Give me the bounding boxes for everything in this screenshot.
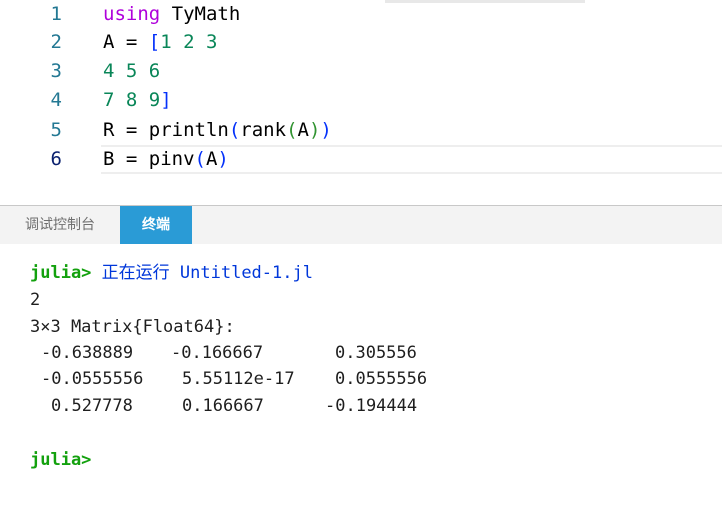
tab-terminal[interactable]: 终端 xyxy=(120,206,192,244)
tab-debug-console[interactable]: 调试控制台 xyxy=(0,206,120,244)
code-line[interactable]: 2 A = [1 2 3 xyxy=(0,28,722,57)
assignment-token: B = pinv xyxy=(103,148,195,170)
line-number: 3 xyxy=(50,60,62,82)
paren-token: ( xyxy=(194,148,206,170)
paren-token: ) xyxy=(308,119,321,141)
matrix-cell: -0.166667 xyxy=(171,343,264,363)
paren-token: ) xyxy=(217,148,229,170)
line-number: 6 xyxy=(50,148,62,170)
code-text: B = pinv(A) xyxy=(103,145,229,174)
line-number: 5 xyxy=(50,119,62,141)
code-line[interactable]: 1 using TyMath xyxy=(0,0,722,29)
function-token: rank xyxy=(240,119,287,141)
terminal-final-prompt-line[interactable]: julia> xyxy=(30,447,91,473)
code-line-current[interactable]: 6 B = pinv(A) xyxy=(0,145,722,174)
line-number: 4 xyxy=(50,89,62,111)
run-message: 正在运行 Untitled-1.jl xyxy=(101,263,313,283)
bracket-token: ] xyxy=(160,89,172,111)
argument-token: A xyxy=(205,148,218,170)
matrix-cell: -0.638889 xyxy=(41,343,134,363)
matrix-type-line: 3×3 Matrix{Float64}: xyxy=(30,317,235,337)
julia-prompt: julia> xyxy=(30,450,92,470)
number-token: 1 2 3 xyxy=(160,31,218,53)
matrix-cell: 0.166667 xyxy=(182,396,264,416)
argument-token: A xyxy=(297,119,309,141)
code-text: A = [1 2 3 xyxy=(103,28,217,57)
assignment-token: R = println xyxy=(103,119,229,141)
matrix-cell: 0.305556 xyxy=(335,343,417,363)
assignment-token: A = xyxy=(103,31,149,53)
number-token: 7 8 9 xyxy=(103,89,161,111)
code-editor[interactable]: 1 using TyMath 2 A = [1 2 3 3 4 5 6 4 7 … xyxy=(0,0,722,200)
terminal-output[interactable]: julia> 正在运行 Untitled-1.jl 2 3×3 Matrix{F… xyxy=(0,244,722,505)
code-text: R = println(rank(A)) xyxy=(103,116,332,145)
terminal-run-line: julia> 正在运行 Untitled-1.jl xyxy=(30,260,313,286)
matrix-cell: -0.194444 xyxy=(325,396,418,416)
number-token: 4 5 6 xyxy=(103,60,161,82)
code-text: 4 5 6 xyxy=(103,57,160,86)
rank-output: 2 xyxy=(30,290,41,310)
matrix-cell: 0.527778 xyxy=(51,396,133,416)
julia-prompt: julia> xyxy=(30,263,92,283)
paren-token: ( xyxy=(286,119,298,141)
code-line[interactable]: 5 R = println(rank(A)) xyxy=(0,116,722,145)
line-number: 1 xyxy=(50,3,62,25)
code-line[interactable]: 4 7 8 9] xyxy=(0,86,722,115)
paren-token: ( xyxy=(228,119,241,141)
identifier-token: TyMath xyxy=(160,3,241,25)
code-text: 7 8 9] xyxy=(103,86,172,115)
matrix-cell: -0.0555556 xyxy=(41,369,144,389)
line-number: 2 xyxy=(50,31,62,53)
keyword-token: using xyxy=(103,3,161,25)
matrix-cell: 0.0555556 xyxy=(335,369,428,389)
panel-tab-bar: 调试控制台 终端 xyxy=(0,206,722,244)
bracket-token: [ xyxy=(148,31,161,53)
code-text: using TyMath xyxy=(103,0,240,29)
code-line[interactable]: 3 4 5 6 xyxy=(0,57,722,86)
matrix-cell: 5.55112e-17 xyxy=(182,369,295,389)
paren-token: ) xyxy=(320,119,332,141)
